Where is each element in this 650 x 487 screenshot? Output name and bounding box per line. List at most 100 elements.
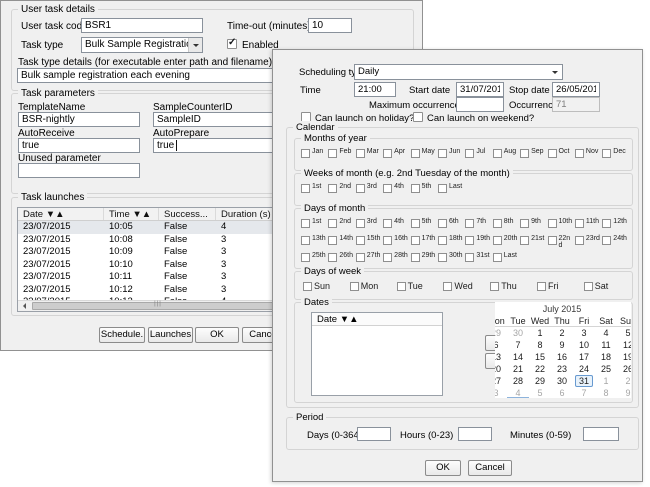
checkbox-box[interactable]	[350, 282, 359, 291]
calendar-day[interactable]: 6	[495, 339, 507, 351]
calendar-day[interactable]: 16	[551, 351, 573, 363]
checkbox-7th[interactable]: 7th	[465, 218, 492, 235]
calendar-day[interactable]: 9	[617, 387, 631, 398]
checkbox-box[interactable]	[301, 219, 310, 228]
checkbox-feb[interactable]: Feb	[328, 148, 355, 158]
checkbox-6th[interactable]: 6th	[438, 218, 465, 235]
calendar-day[interactable]: 8	[529, 339, 551, 351]
checkbox-box[interactable]	[356, 253, 365, 262]
checkbox-box[interactable]	[356, 149, 365, 158]
scrollbar-thumb[interactable]	[32, 302, 284, 310]
checkbox-22nd[interactable]: 22nd	[548, 235, 575, 252]
checkbox-box[interactable]	[397, 282, 406, 291]
checkbox-box[interactable]	[328, 184, 337, 193]
checkbox-box[interactable]	[584, 282, 593, 291]
checkbox-mar[interactable]: Mar	[356, 148, 383, 158]
checkbox-box[interactable]	[438, 219, 447, 228]
calendar-day[interactable]: 30	[507, 327, 529, 339]
checkbox-2nd[interactable]: 2nd	[328, 218, 355, 235]
calendar-day[interactable]: 11	[595, 339, 617, 351]
calendar-day[interactable]: 21	[507, 363, 529, 375]
checkbox-sun[interactable]: Sun	[303, 281, 350, 291]
checkbox-jun[interactable]: Jun	[438, 148, 465, 158]
checkbox-box[interactable]	[356, 219, 365, 228]
checkbox-23rd[interactable]: 23rd	[575, 235, 602, 252]
checkbox-box[interactable]	[328, 149, 337, 158]
checkbox-mon[interactable]: Mon	[350, 281, 397, 291]
checkbox-box[interactable]	[383, 149, 392, 158]
checkbox-24th[interactable]: 24th	[602, 235, 629, 252]
checkbox-box[interactable]	[465, 149, 474, 158]
checkbox-box[interactable]	[411, 219, 420, 228]
calendar-day[interactable]: 9	[551, 339, 573, 351]
user-task-code-input[interactable]	[81, 18, 203, 33]
checkbox-tue[interactable]: Tue	[397, 281, 444, 291]
period-hours-input[interactable]	[458, 427, 492, 441]
calendar-day[interactable]: 8	[595, 387, 617, 398]
checkbox-18th[interactable]: 18th	[438, 235, 465, 252]
checkbox-box[interactable]	[490, 282, 499, 291]
calendar-day[interactable]: 1	[595, 375, 617, 387]
checkbox-3rd[interactable]: 3rd	[356, 183, 383, 193]
checkbox-10th[interactable]: 10th	[548, 218, 575, 235]
checkbox-last[interactable]: Last	[493, 252, 520, 269]
checkbox-box[interactable]	[548, 219, 557, 228]
checkbox-box[interactable]	[301, 236, 310, 245]
checkbox-thu[interactable]: Thu	[490, 281, 537, 291]
checkbox-box[interactable]	[301, 149, 310, 158]
checkbox-box[interactable]	[383, 184, 392, 193]
column-header[interactable]: Date ▼▲	[18, 208, 104, 220]
checkbox-box[interactable]	[443, 282, 452, 291]
calendar-day[interactable]: 3	[495, 387, 507, 398]
calendar-day[interactable]: 13	[495, 351, 507, 363]
checkbox-apr[interactable]: Apr	[383, 148, 410, 158]
checkbox-box[interactable]	[438, 149, 447, 158]
calendar-day[interactable]: 17	[573, 351, 595, 363]
checkbox-30th[interactable]: 30th	[438, 252, 465, 269]
checkbox-box[interactable]	[602, 236, 611, 245]
checkbox-5th[interactable]: 5th	[411, 218, 438, 235]
checkbox-1st[interactable]: 1st	[301, 183, 328, 193]
ok-button[interactable]: OK	[195, 327, 239, 343]
calendar-day[interactable]: 7	[573, 387, 595, 398]
checkbox-box[interactable]	[301, 184, 310, 193]
task-type-dropdown[interactable]: Bulk Sample Registration by T	[81, 37, 203, 53]
checkbox-28th[interactable]: 28th	[383, 252, 410, 269]
checkbox-fri[interactable]: Fri	[537, 281, 584, 291]
calendar-day[interactable]: 25	[595, 363, 617, 375]
checkbox-31st[interactable]: 31st	[465, 252, 492, 269]
checkbox-1st[interactable]: 1st	[301, 218, 328, 235]
checkbox-2nd[interactable]: 2nd	[328, 183, 355, 193]
checkbox-13th[interactable]: 13th	[301, 235, 328, 252]
calendar-day[interactable]: 3	[573, 327, 595, 339]
ok-button[interactable]: OK	[425, 460, 461, 476]
checkbox-box[interactable]	[301, 253, 310, 262]
checkbox-box[interactable]	[493, 236, 502, 245]
calendar-day[interactable]: 27	[495, 375, 507, 387]
dates-list-header[interactable]: Date ▼▲	[312, 313, 442, 326]
checkbox-nov[interactable]: Nov	[575, 148, 602, 158]
column-header[interactable]: Success...	[159, 208, 216, 220]
checkbox-box[interactable]	[411, 149, 420, 158]
checkbox-box[interactable]	[575, 149, 584, 158]
checkbox-4th[interactable]: 4th	[383, 218, 410, 235]
checkbox-box[interactable]	[520, 236, 529, 245]
checkbox-box[interactable]	[493, 219, 502, 228]
checkbox-box[interactable]	[602, 149, 611, 158]
start-date-input[interactable]	[456, 82, 504, 97]
calendar-day[interactable]: 19	[617, 351, 631, 363]
checkbox-20th[interactable]: 20th	[493, 235, 520, 252]
checkbox-9th[interactable]: 9th	[520, 218, 547, 235]
checkbox-sep[interactable]: Sep	[520, 148, 547, 158]
checkbox-14th[interactable]: 14th	[328, 235, 355, 252]
checkbox-box[interactable]	[383, 236, 392, 245]
can-launch-weekend-checkbox[interactable]	[413, 112, 423, 122]
checkbox-box[interactable]	[575, 219, 584, 228]
chevron-down-icon[interactable]	[188, 38, 202, 52]
checkbox-box[interactable]	[411, 184, 420, 193]
checkbox-wed[interactable]: Wed	[443, 281, 490, 291]
calendar-day[interactable]: 28	[507, 375, 529, 387]
checkbox-box[interactable]	[548, 236, 557, 245]
checkbox-box[interactable]	[383, 253, 392, 262]
calendar-day[interactable]: 4	[507, 387, 529, 398]
